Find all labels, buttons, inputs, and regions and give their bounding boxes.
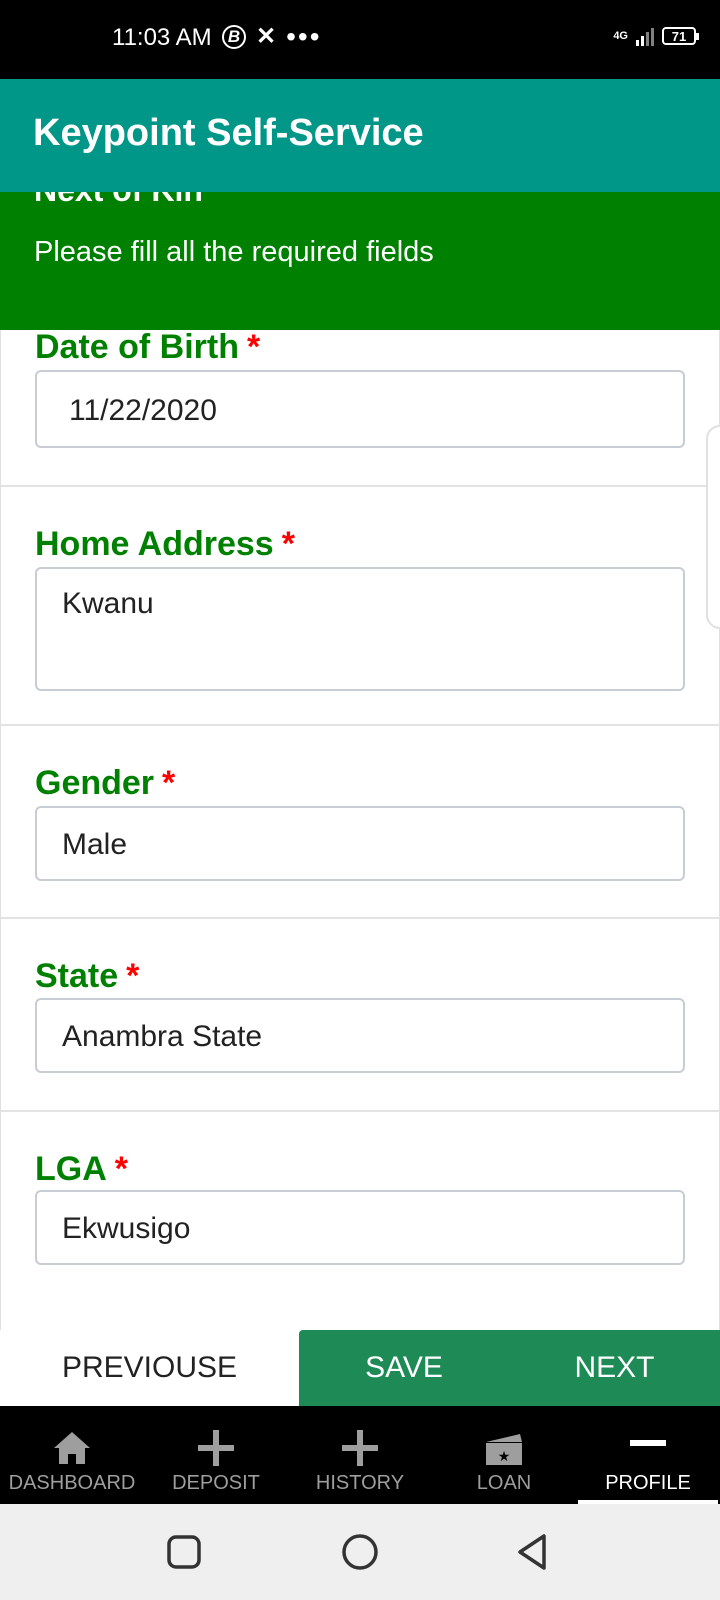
status-time: 11:03 AM [112, 24, 212, 51]
nav-label: DEPOSIT [172, 1472, 260, 1494]
nav-deposit[interactable]: DEPOSIT [144, 1406, 288, 1504]
divider [1, 724, 720, 726]
x-app-icon: ✕ [256, 23, 277, 50]
required-asterisk: * [162, 764, 176, 802]
divider [1, 485, 720, 487]
lga-label: LGA * [35, 1150, 129, 1188]
divider [1, 1110, 720, 1112]
back-icon[interactable] [514, 1532, 554, 1572]
b-app-icon: B [222, 24, 246, 49]
network-type-icon: 4G [613, 30, 628, 42]
svg-text:★: ★ [498, 1449, 511, 1465]
state-label: State * [35, 957, 140, 995]
status-indicators: 4G 71 [613, 26, 699, 46]
status-bar: 11:03 AM B ✕ ••• 4G 71 [0, 0, 720, 79]
form-actions: PREVIOUSE SAVE NEXT [0, 1330, 720, 1406]
plus-icon [342, 1430, 378, 1466]
system-nav-bar [0, 1504, 720, 1600]
nav-dashboard[interactable]: DASHBOARD [0, 1406, 144, 1504]
nav-label: LOAN [476, 1472, 532, 1494]
more-dots-icon: ••• [286, 20, 322, 52]
required-asterisk: * [114, 1150, 129, 1188]
battery-icon: 71 [662, 27, 699, 45]
next-button[interactable]: NEXT [509, 1330, 720, 1406]
nav-profile[interactable]: PROFILE [576, 1406, 720, 1504]
nav-label: HISTORY [315, 1472, 405, 1494]
card-star-icon: ★ [486, 1434, 522, 1465]
lga-select[interactable]: Ekwusigo [35, 1190, 685, 1265]
home-circle-icon[interactable] [340, 1532, 380, 1572]
bottom-nav: DASHBOARD DEPOSIT HISTORY ★ LOAN PROFILE [0, 1406, 720, 1504]
previous-button[interactable]: PREVIOUSE [0, 1330, 299, 1406]
plus-icon [198, 1430, 234, 1466]
gender-select[interactable]: Male [35, 806, 685, 881]
required-asterisk: * [281, 525, 295, 563]
minus-icon [630, 1440, 666, 1446]
gender-label: Gender * [35, 764, 176, 802]
app-bar: Keypoint Self-Service [0, 79, 720, 192]
required-note: Please fill all the required fields [34, 236, 434, 268]
next-of-kin-form: Date of Birth * 11/22/2020 Home Address * … [0, 328, 720, 1330]
required-asterisk: * [247, 328, 261, 366]
save-next-group: SAVE NEXT [299, 1330, 720, 1406]
nav-history[interactable]: HISTORY [288, 1406, 432, 1504]
notification-icons: B ✕ ••• [222, 22, 322, 51]
side-drawer-handle[interactable] [706, 425, 720, 629]
nav-loan[interactable]: ★ LOAN [432, 1406, 576, 1504]
dob-input[interactable]: 11/22/2020 [35, 370, 685, 448]
recents-icon[interactable] [164, 1532, 204, 1572]
dob-label: Date of Birth * [35, 328, 261, 366]
nav-label: DASHBOARD [8, 1472, 136, 1494]
home-address-textarea[interactable]: Kwanu [35, 567, 685, 691]
nav-label: PROFILE [605, 1472, 691, 1494]
save-button[interactable]: SAVE [299, 1330, 509, 1406]
required-asterisk: * [126, 957, 140, 995]
app-title: Keypoint Self-Service [33, 112, 424, 154]
state-select[interactable]: Anambra State [35, 998, 685, 1073]
divider [1, 917, 720, 919]
home-address-label: Home Address * [35, 525, 295, 563]
home-icon [54, 1432, 90, 1464]
signal-icon [636, 26, 654, 46]
